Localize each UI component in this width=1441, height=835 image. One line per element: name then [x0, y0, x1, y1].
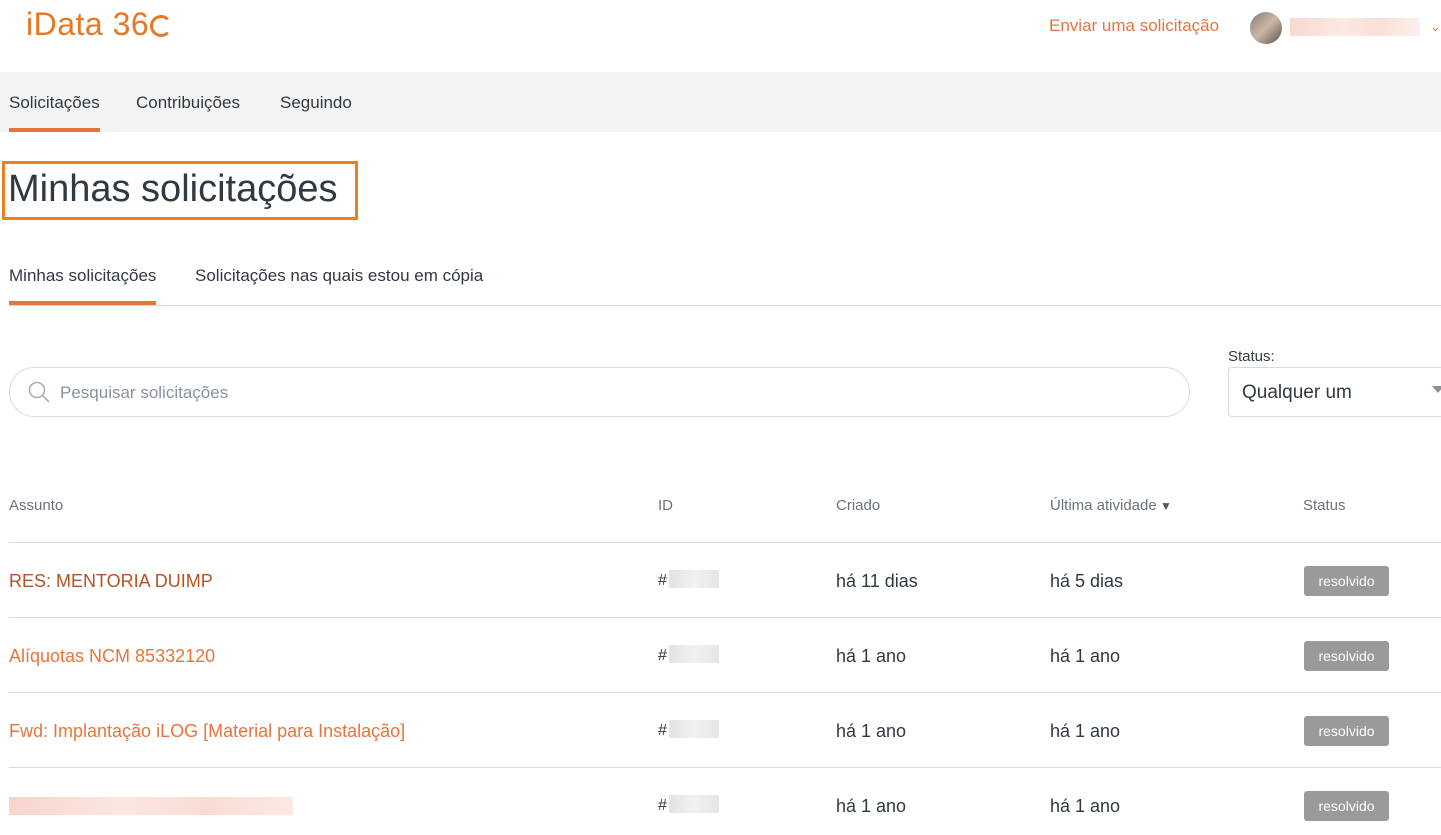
site-header: iData 36 Enviar uma solicitação ⌄	[0, 0, 1441, 72]
idata360-logo[interactable]: iData 36	[26, 4, 173, 44]
avatar	[1250, 12, 1282, 44]
user-menu[interactable]: ⌄	[1250, 12, 1441, 44]
request-last-activity: há 1 ano	[1050, 646, 1121, 666]
request-subtabs: Minhas solicitações Solicitações nas qua…	[9, 250, 1441, 306]
requests-nav: Solicitações Contribuições Seguindo	[0, 72, 1441, 132]
column-header-last-activity[interactable]: Última atividade	[1050, 496, 1172, 516]
request-id-prefix: #	[658, 572, 667, 589]
request-last-activity: há 1 ano	[1050, 796, 1121, 816]
table-row: # há 1 ano há 1 ano resolvido	[9, 767, 1441, 835]
request-created: há 1 ano	[836, 646, 907, 666]
status-badge: resolvido	[1304, 716, 1389, 746]
request-subject-link[interactable]: Fwd: Implantação iLOG [Material para Ins…	[9, 719, 405, 743]
table-row: RES: MENTORIA DUIMP # há 11 dias há 5 di…	[9, 542, 1441, 617]
request-subject-redacted	[9, 797, 293, 815]
request-id-prefix: #	[658, 797, 667, 814]
request-id-prefix: #	[658, 722, 667, 739]
column-header-status: Status	[1303, 497, 1346, 514]
status-filter-select[interactable]: Qualquer um	[1228, 367, 1441, 417]
request-id-redacted	[668, 795, 719, 813]
request-last-activity: há 5 dias	[1050, 571, 1124, 591]
nav-tab-seguindo[interactable]: Seguindo	[280, 72, 352, 132]
request-id: #	[658, 794, 719, 818]
request-id: #	[658, 644, 719, 668]
status-badge: resolvido	[1304, 791, 1389, 821]
status-badge: resolvido	[1304, 566, 1389, 596]
request-id-prefix: #	[658, 647, 667, 664]
nav-tab-solicitacoes[interactable]: Solicitações	[9, 72, 100, 132]
column-header-created[interactable]: Criado	[836, 496, 880, 516]
status-filter-label: Status:	[1228, 348, 1275, 365]
search-box[interactable]	[9, 367, 1190, 417]
request-last-activity: há 1 ano	[1050, 721, 1121, 741]
column-header-subject: Assunto	[9, 497, 64, 514]
request-id-redacted	[668, 645, 719, 663]
status-filter-value: Qualquer um	[1242, 382, 1352, 403]
request-id: #	[658, 569, 719, 593]
logo-ring-icon	[150, 15, 173, 37]
nav-tab-contribuicoes[interactable]: Contribuições	[136, 72, 240, 132]
table-row: Fwd: Implantação iLOG [Material para Ins…	[9, 692, 1441, 767]
table-row: Alíquotas NCM 85332120 # há 1 ano há 1 a…	[9, 617, 1441, 692]
subtab-my-requests[interactable]: Minhas solicitações	[9, 250, 157, 305]
status-badge: resolvido	[1304, 641, 1389, 671]
column-header-id: ID	[658, 497, 673, 514]
request-id-redacted	[668, 720, 719, 738]
request-created: há 1 ano	[836, 796, 907, 816]
request-id: #	[658, 719, 719, 743]
submit-request-link[interactable]: Enviar uma solicitação	[1049, 15, 1219, 37]
request-subject-link[interactable]: Alíquotas NCM 85332120	[9, 644, 215, 668]
request-subject-link[interactable]	[9, 794, 293, 818]
request-id-redacted	[668, 570, 719, 588]
search-input[interactable]	[60, 378, 1160, 408]
request-subject-link[interactable]: RES: MENTORIA DUIMP	[9, 569, 213, 593]
chevron-down-icon: ⌄	[1430, 19, 1441, 34]
logo-text: iData 36	[26, 6, 150, 42]
subtab-ccd-requests[interactable]: Solicitações nas quais estou em cópia	[195, 250, 483, 305]
search-icon	[28, 381, 50, 403]
request-created: há 11 dias	[836, 571, 918, 591]
user-name-redacted	[1290, 18, 1420, 36]
caret-down-icon	[1432, 386, 1441, 393]
page-title: Minhas solicitações	[8, 168, 338, 210]
request-created: há 1 ano	[836, 721, 907, 741]
